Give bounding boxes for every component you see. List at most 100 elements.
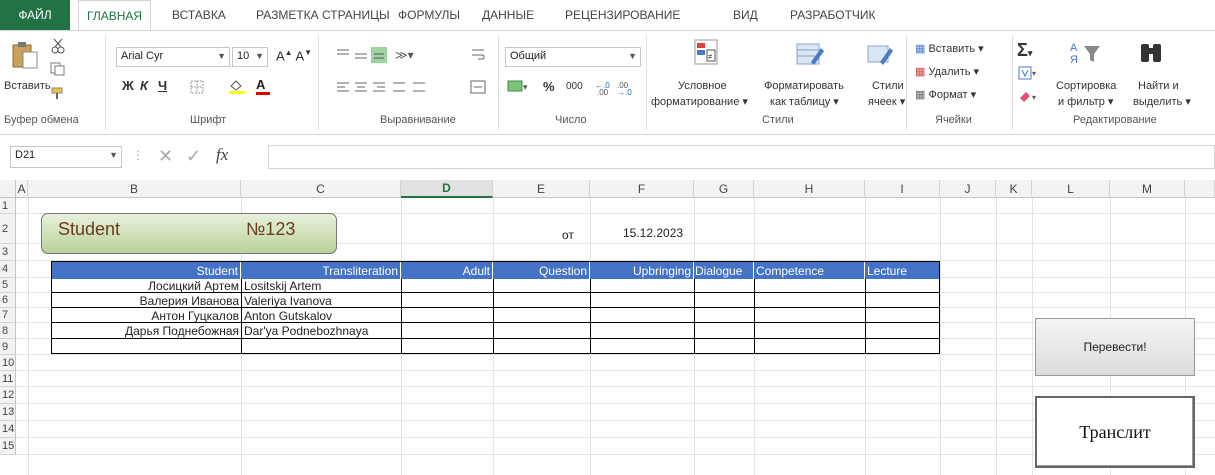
table-cell-student[interactable]: Дарья Поднебожная [52, 323, 241, 339]
tab-file[interactable]: ФАЙЛ [0, 0, 70, 30]
percent-style-button[interactable]: % [543, 79, 555, 94]
comma-style-button[interactable]: 000 [566, 81, 583, 92]
table-cell-transliteration[interactable]: Valeriya Ivanova [242, 293, 401, 308]
cell-styles-button[interactable]: Стили [872, 80, 904, 92]
paste-icon[interactable] [10, 40, 40, 70]
row-header[interactable]: 4 [0, 261, 16, 278]
cell-styles-button-line2[interactable]: ячеек ▾ [868, 95, 905, 108]
column-header-m[interactable]: M [1110, 180, 1185, 198]
wrap-text-icon[interactable] [470, 46, 486, 65]
column-header-i[interactable]: I [865, 180, 940, 198]
sort-filter-button-line2[interactable]: и фильтр ▾ [1058, 95, 1113, 108]
column-header-d[interactable]: D [401, 180, 493, 198]
table-cell-student[interactable]: Лосицкий Артем [52, 278, 241, 293]
table-header-upbringing[interactable]: Upbringing [590, 262, 694, 279]
table-cell-transliteration[interactable]: Dar'ya Podnebozhnaya [242, 323, 401, 339]
row-header[interactable]: 12 [0, 387, 16, 404]
tab-data[interactable]: ДАННЫЕ [482, 0, 534, 30]
insert-function-icon[interactable]: fx [216, 145, 228, 165]
paste-button[interactable]: Вставить [4, 80, 51, 92]
sort-filter-icon[interactable]: AЯ [1068, 40, 1102, 69]
column-header-k[interactable]: K [996, 180, 1032, 198]
table-cell-transliteration[interactable]: Anton Gutskalov [242, 308, 401, 323]
cell-styles-icon[interactable] [866, 40, 896, 71]
column-header-a[interactable]: A [16, 180, 28, 198]
table-header-student[interactable]: Student [52, 262, 241, 279]
autosum-icon[interactable]: Σ▾ [1017, 40, 1032, 61]
number-format-combo[interactable]: Общий ▼ [505, 47, 641, 67]
format-as-table-icon[interactable] [795, 40, 825, 71]
column-header-e[interactable]: E [493, 180, 590, 198]
translate-button[interactable]: Перевести! [1035, 318, 1195, 376]
conditional-formatting-icon[interactable]: ≠ [693, 38, 721, 71]
find-select-button[interactable]: Найти и [1138, 80, 1179, 92]
find-select-button-line2[interactable]: выделить ▾ [1133, 95, 1191, 108]
table-cell-student[interactable]: Антон Гуцкалов [52, 308, 241, 323]
bold-button[interactable]: Ж [122, 78, 134, 93]
clear-icon[interactable]: ▾ [1018, 88, 1040, 107]
fill-color-icon[interactable] [228, 78, 246, 97]
table-header-competence[interactable]: Competence [754, 262, 865, 279]
table-cell-student[interactable]: Валерия Иванова [52, 293, 241, 308]
borders-icon[interactable] [190, 80, 204, 97]
font-color-icon[interactable]: A [256, 77, 270, 95]
tab-formulas[interactable]: ФОРМУЛЫ [398, 0, 460, 30]
row-header[interactable]: 15 [0, 438, 16, 455]
column-header-f[interactable]: F [590, 180, 694, 198]
column-header-g[interactable]: G [694, 180, 754, 198]
find-select-icon[interactable] [1138, 40, 1166, 69]
column-header-c[interactable]: C [241, 180, 401, 198]
italic-button[interactable]: К [140, 78, 148, 93]
tab-insert[interactable]: ВСТАВКА [172, 0, 226, 30]
font-size-combo[interactable]: 10 ▼ [232, 47, 268, 67]
table-cell-transliteration[interactable]: Lositskij Artem [242, 278, 401, 293]
underline-button[interactable]: Ч [158, 78, 167, 93]
cut-icon[interactable] [50, 38, 66, 57]
grow-font-icon[interactable]: A▲ A▼ [276, 48, 312, 63]
sort-filter-button[interactable]: Сортировка [1056, 80, 1116, 92]
delete-cells-button[interactable]: ▦ Удалить ▾ [915, 65, 979, 78]
select-all-corner[interactable] [0, 180, 16, 198]
row-header[interactable]: 8 [0, 323, 16, 339]
column-header-l[interactable]: L [1032, 180, 1110, 198]
cancel-icon[interactable]: ✕ [158, 146, 173, 167]
decimal-icons[interactable]: ←.0.00.00 →.0 [595, 78, 637, 99]
format-as-table-button-line2[interactable]: как таблицу ▾ [770, 95, 839, 108]
column-header-b[interactable]: B [28, 180, 241, 198]
fill-icon[interactable]: ▾ [1018, 66, 1040, 85]
table-header-transliteration[interactable]: Transliteration [241, 262, 401, 279]
date-cell[interactable]: 15.12.2023 [621, 224, 685, 241]
table-header-dialogue[interactable]: Dialogue [694, 262, 754, 279]
table-header-lecture[interactable]: Lecture [865, 262, 939, 279]
row-header[interactable]: 2 [0, 214, 16, 244]
align-horizontal-icons[interactable] [335, 80, 445, 99]
enter-icon[interactable]: ✓ [186, 146, 201, 167]
tab-page-layout[interactable]: РАЗМЕТКА СТРАНИЦЫ [256, 0, 390, 30]
row-header[interactable]: 11 [0, 371, 16, 387]
align-top-icons[interactable]: ≫▾ [335, 46, 445, 67]
row-header[interactable]: 1 [0, 198, 16, 214]
tab-home[interactable]: ГЛАВНАЯ [78, 0, 152, 32]
row-header[interactable]: 9 [0, 339, 16, 355]
format-painter-icon[interactable] [50, 86, 66, 103]
row-header[interactable]: 13 [0, 404, 16, 421]
table-header-question[interactable]: Question [493, 262, 590, 279]
format-cells-button[interactable]: ▦ Формат ▾ [915, 88, 976, 101]
copy-icon[interactable] [50, 62, 66, 79]
translit-button[interactable]: Транслит [1035, 396, 1195, 468]
merge-center-icon[interactable] [470, 80, 486, 97]
row-header[interactable]: 10 [0, 355, 16, 371]
column-header-j[interactable]: J [940, 180, 996, 198]
column-header-n[interactable] [1185, 180, 1215, 198]
tab-review[interactable]: РЕЦЕНЗИРОВАНИЕ [565, 0, 680, 30]
row-header[interactable]: 6 [0, 293, 16, 308]
format-as-table-button[interactable]: Форматировать [764, 80, 844, 92]
currency-icon[interactable]: ▾ [507, 78, 529, 97]
row-header[interactable]: 5 [0, 278, 16, 293]
tab-view[interactable]: ВИД [733, 0, 758, 30]
row-header[interactable]: 3 [0, 244, 16, 261]
table-header-adult[interactable]: Adult [401, 262, 493, 279]
conditional-formatting-button-line2[interactable]: форматирование ▾ [651, 95, 748, 108]
name-box[interactable]: D21 ▼ [10, 146, 122, 168]
row-header[interactable]: 14 [0, 421, 16, 438]
